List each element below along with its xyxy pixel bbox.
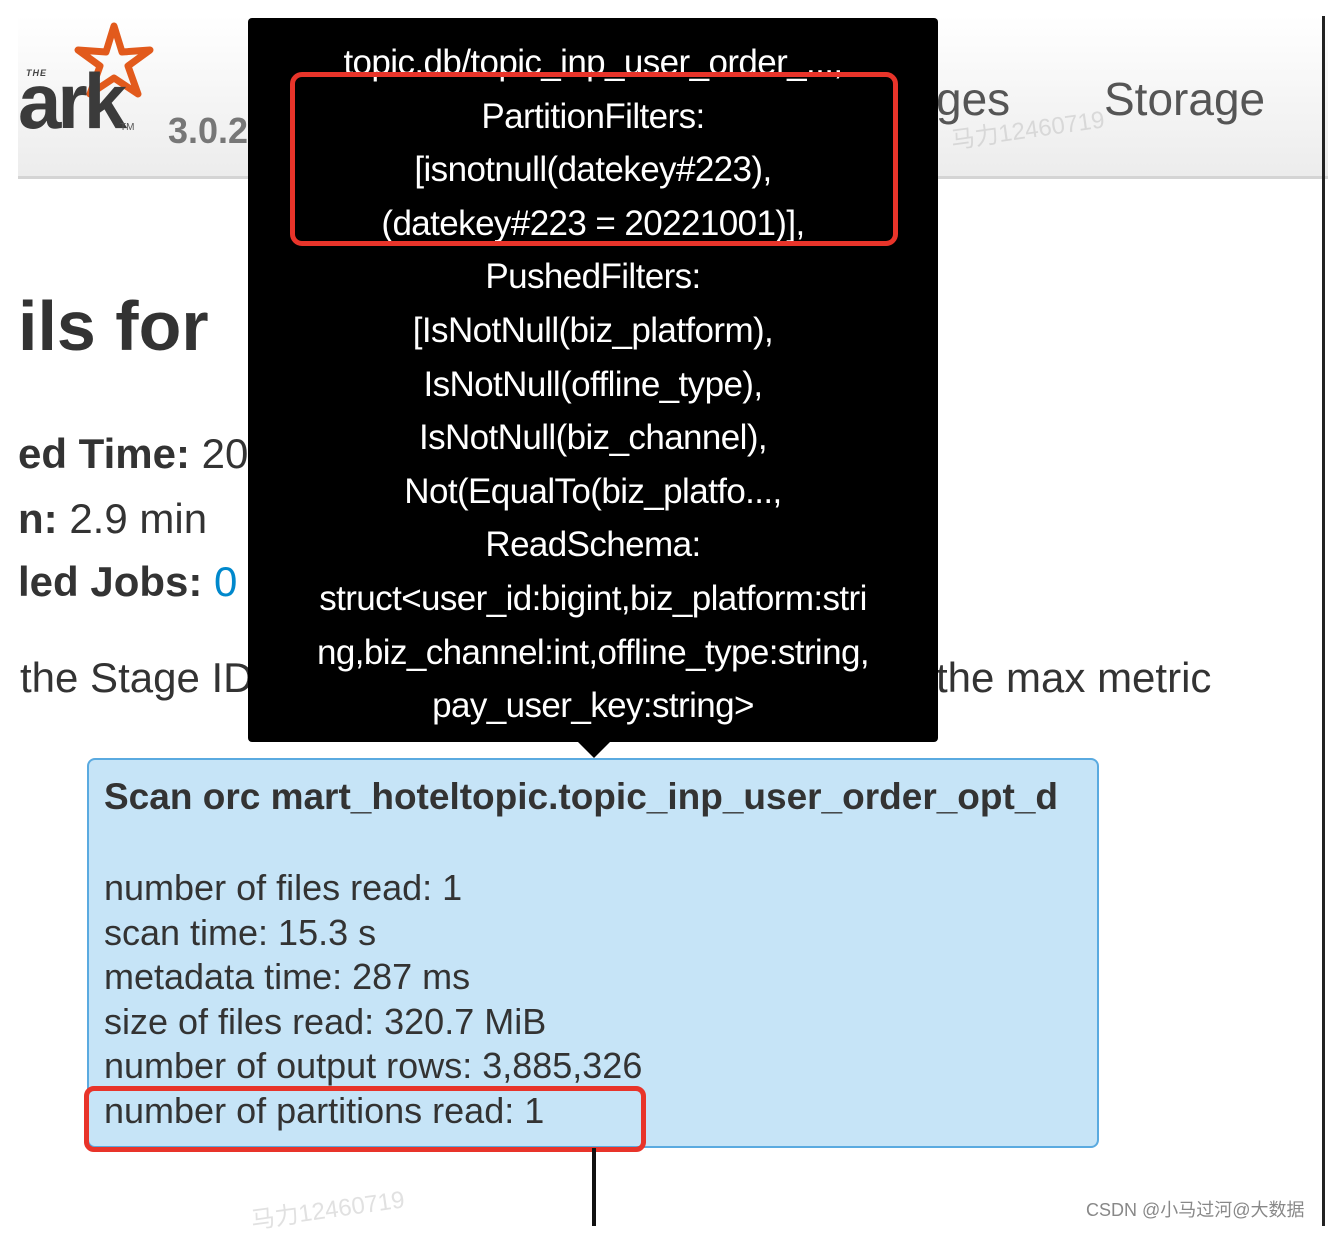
- tooltip-line: Not(EqualTo(biz_platfo...,: [404, 471, 782, 511]
- jobs-row: led Jobs: 0: [18, 558, 237, 606]
- tooltip-line: IsNotNull(biz_channel),: [418, 418, 768, 458]
- partition-filters-highlight: [290, 72, 898, 246]
- tab-storage[interactable]: Storage: [1104, 72, 1265, 126]
- tooltip-line: ng,biz_channel:int,offline_type:string,: [317, 632, 870, 672]
- tooltip-line: struct<user_id:bigint,biz_platform:stri: [319, 578, 867, 618]
- metric-output-rows: number of output rows: 3,885,326: [104, 1045, 643, 1087]
- page-title: ils for: [18, 287, 209, 365]
- tooltip-line: PushedFilters:: [485, 257, 701, 297]
- duration-value: 2.9 min: [69, 495, 208, 542]
- dag-edge: [592, 1148, 596, 1226]
- spark-version: 3.0.2: [168, 110, 249, 151]
- metric-hint-text: the max metric: [936, 654, 1212, 701]
- logo-trademark: TM: [120, 122, 135, 133]
- tooltip-line: pay_user_key:string>: [432, 686, 754, 726]
- submitted-time-row: ed Time: 20: [18, 430, 248, 478]
- metric-scan-time: scan time: 15.3 s: [104, 911, 377, 953]
- tooltip-line: [IsNotNull(biz_platform),: [412, 310, 774, 350]
- tooltip-line: ReadSchema:: [485, 525, 701, 565]
- duration-row: n: 2.9 min: [18, 495, 207, 543]
- submitted-time-value: 20: [201, 430, 249, 477]
- stage-hint-text: the Stage ID: [20, 654, 254, 701]
- submitted-time-label: ed Time:: [18, 430, 190, 477]
- job-link[interactable]: 0: [214, 558, 237, 605]
- metric-size-files-read: size of files read: 320.7 MiB: [104, 1000, 547, 1042]
- metric-files-read: number of files read: 1: [104, 867, 463, 908]
- tooltip-line: IsNotNull(offline_type),: [423, 364, 763, 404]
- watermark-text: 马力12460719: [249, 1186, 407, 1235]
- partitions-read-highlight: [84, 1086, 646, 1152]
- metric-metadata-time: metadata time: 287 ms: [104, 956, 471, 998]
- node-title: Scan orc mart_hoteltopic.topic_inp_user_…: [104, 776, 1058, 817]
- duration-label: n:: [18, 495, 58, 542]
- csdn-credit: CSDN @小马过河@大数据: [1086, 1200, 1305, 1220]
- logo-wordmark: ark: [18, 57, 127, 145]
- window-edge: [1322, 16, 1325, 1226]
- jobs-label: led Jobs:: [18, 558, 203, 605]
- tooltip-arrow: [576, 740, 612, 758]
